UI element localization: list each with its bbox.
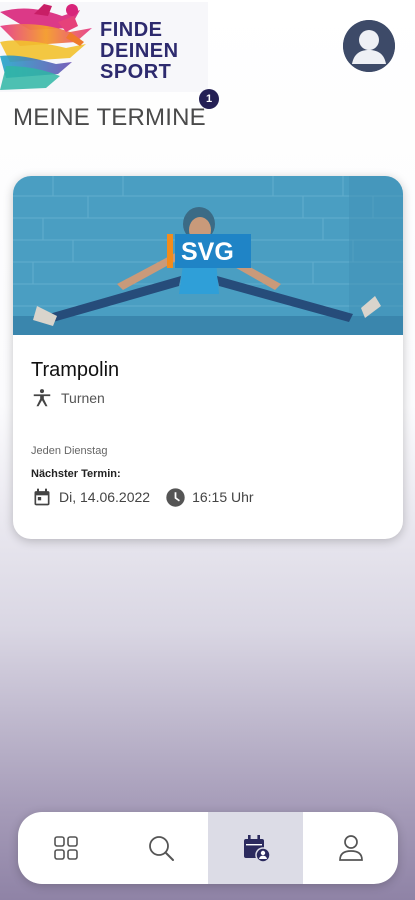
search-icon [148,836,174,861]
logo-line-1: FINDE [100,19,163,41]
logo-wordmark: FINDE DEINEN SPORT [100,20,179,83]
logo-line-3: SPORT [100,61,172,83]
sport-row: Turnen [31,387,105,409]
sport-label: Turnen [61,390,105,406]
person-icon [338,835,363,861]
logo-line-2: DEINEN [100,40,179,62]
nav-item-overview[interactable] [18,812,113,884]
next-appointment-date: Di, 14.06.2022 [59,489,151,505]
recurrence-text: Jeden Dienstag [31,445,108,457]
nav-item-profile[interactable] [303,812,398,884]
grid-icon [53,836,78,860]
bottom-navigation [18,812,398,884]
nav-item-appointments[interactable] [208,812,303,884]
course-image: SVG [13,176,403,335]
page-title: MEINE TERMINE [13,104,206,131]
gymnastics-icon [33,389,51,407]
appointment-count-badge: 1 [199,89,219,109]
appointment-details: Trampolin Turnen Jeden Dienstag Nächster… [13,335,403,539]
clock-icon [164,486,186,508]
user-avatar-icon [343,20,395,72]
calendar-icon [31,486,53,508]
next-appointment-row: Di, 14.06.2022 16:15 Uhr [31,486,254,508]
next-appointment-time: 16:15 Uhr [192,489,254,505]
next-appointment-label: Nächster Termin: [31,468,121,480]
user-avatar-button[interactable] [343,20,395,72]
appointment-card[interactable]: SVG Trampolin Turnen Jeden Dienstag Näch… [13,176,403,539]
app-logo: FINDE DEINEN SPORT [0,2,208,92]
calendar-user-icon [243,835,271,863]
club-logo-text: SVG [181,238,234,266]
nav-item-search[interactable] [113,812,208,884]
course-title: Trampolin [31,359,120,381]
